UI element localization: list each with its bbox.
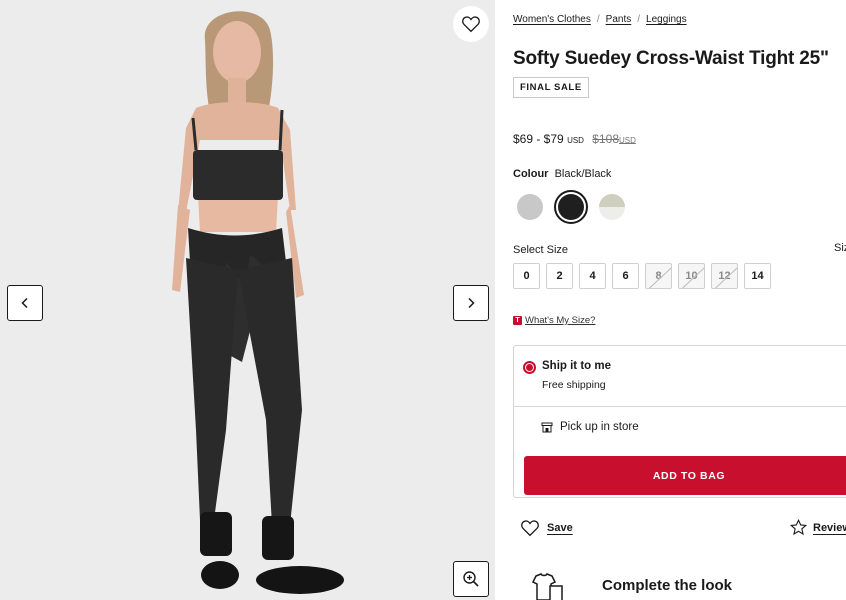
reviews-label: Review xyxy=(813,521,846,534)
complete-the-look-title: Complete the look xyxy=(602,577,733,594)
pickup-label: Pick up in store xyxy=(560,421,639,433)
outfit-icon xyxy=(531,573,563,600)
product-image-gallery[interactable] xyxy=(0,0,495,600)
original-price: $108USD xyxy=(592,132,636,146)
wishlist-button[interactable] xyxy=(453,6,489,42)
ship-subtitle: Free shipping xyxy=(542,379,606,391)
price-currency: USD xyxy=(567,136,584,145)
colour-swatches xyxy=(513,190,629,224)
chevron-right-icon xyxy=(468,297,475,309)
pick-up-in-store-option[interactable]: Pick up in store xyxy=(514,408,846,448)
product-details: Women's Clothes / Pants / Leggings Softy… xyxy=(513,0,846,600)
product-photo xyxy=(172,11,344,594)
colour-value: Black/Black xyxy=(554,168,612,180)
zoom-in-icon xyxy=(463,571,479,587)
star-icon xyxy=(790,519,807,536)
size-tool-icon: T xyxy=(513,316,522,325)
final-sale-badge: FINAL SALE xyxy=(513,77,589,98)
breadcrumb: Women's Clothes / Pants / Leggings xyxy=(513,14,687,25)
colour-label: Colour xyxy=(513,168,549,180)
heart-icon xyxy=(521,520,539,537)
fulfillment-options: Ship it to me Free shipping Pick up in s… xyxy=(513,345,846,498)
ship-it-to-me-option[interactable]: Ship it to me Free shipping xyxy=(514,346,846,407)
size-option-4[interactable]: 4 xyxy=(579,263,606,289)
previous-image-button[interactable] xyxy=(7,285,43,321)
breadcrumb-pants[interactable]: Pants xyxy=(606,14,632,25)
zoom-button[interactable] xyxy=(453,561,489,597)
save-button[interactable]: Save xyxy=(520,519,573,537)
swatch-light-grey[interactable] xyxy=(513,190,547,224)
save-label: Save xyxy=(547,522,573,534)
size-option-6[interactable]: 6 xyxy=(612,263,639,289)
breadcrumb-separator: / xyxy=(596,14,600,25)
complete-the-look-section: Complete the look xyxy=(530,572,732,600)
size-option-10[interactable]: 10 xyxy=(678,263,705,289)
size-guide-link[interactable]: Siz xyxy=(834,242,846,254)
size-option-14[interactable]: 14 xyxy=(744,263,771,289)
size-option-2[interactable]: 2 xyxy=(546,263,573,289)
radio-selected-icon xyxy=(523,361,536,374)
store-icon xyxy=(541,422,553,433)
size-options: 0 2 4 6 8 10 12 14 xyxy=(513,263,771,289)
whats-my-size-label: What's My Size? xyxy=(525,315,596,326)
chevron-left-icon xyxy=(21,297,28,309)
select-size-label: Select Size xyxy=(513,244,569,256)
breadcrumb-separator: / xyxy=(637,14,641,25)
breadcrumb-leggings[interactable]: Leggings xyxy=(646,14,687,25)
ship-title: Ship it to me xyxy=(542,360,611,372)
reviews-link[interactable]: Review xyxy=(790,519,846,536)
whats-my-size-link[interactable]: T What's My Size? xyxy=(513,315,595,326)
size-option-12[interactable]: 12 xyxy=(711,263,738,289)
heart-icon xyxy=(462,16,480,33)
price: $69 - $79 USD $108USD xyxy=(513,132,636,146)
price-range: $69 - $79 xyxy=(513,132,564,146)
size-option-8[interactable]: 8 xyxy=(645,263,672,289)
size-option-0[interactable]: 0 xyxy=(513,263,540,289)
colour-selection-label: Colour Black/Black xyxy=(513,168,611,180)
breadcrumb-womens-clothes[interactable]: Women's Clothes xyxy=(513,14,591,25)
swatch-sage-white[interactable] xyxy=(595,190,629,224)
next-image-button[interactable] xyxy=(453,285,489,321)
swatch-black[interactable] xyxy=(554,190,588,224)
add-to-bag-button[interactable]: ADD TO BAG xyxy=(524,456,846,495)
product-title: Softy Suedey Cross-Waist Tight 25" xyxy=(513,48,829,69)
